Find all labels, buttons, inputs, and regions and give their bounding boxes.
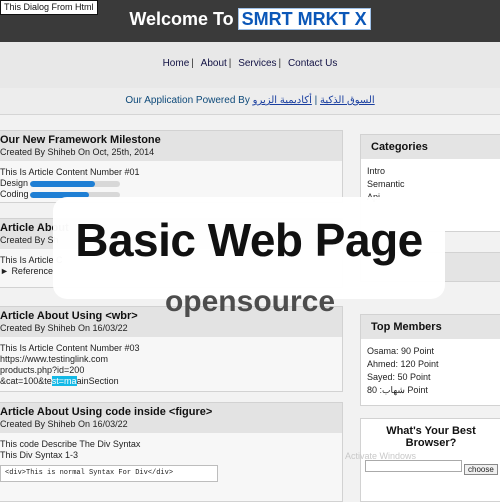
progress-label: Coding <box>0 189 29 199</box>
title-banner: Basic Web Page <box>53 197 445 299</box>
banner-subtitle: opensource <box>164 285 336 318</box>
powered-separator: | <box>314 95 318 106</box>
poll-input[interactable] <box>365 460 462 472</box>
details-label[interactable]: Reference <box>11 266 53 276</box>
design-progress-fill <box>30 180 95 187</box>
nav-separator: | <box>228 58 232 69</box>
top-members-panel: Top Members Osama: 90 Point Ahmed: 120 P… <box>360 314 500 406</box>
header-bar: This Dialog From Html Welcome To SMRT MRK… <box>0 0 500 42</box>
nav-separator: | <box>278 58 282 69</box>
article-title: Our New Framework Milestone <box>0 131 342 147</box>
main-nav: Home | About | Services | Contact Us <box>0 42 500 89</box>
brand-name: SMRT MRKT X <box>237 8 371 30</box>
progress-row-design: Design <box>0 178 342 189</box>
article-title: Article About Using code inside <figure> <box>0 403 342 419</box>
article-content: This Is Article Content Number #03 <box>0 343 140 353</box>
member-item: شهاب: 80 Point <box>367 385 428 395</box>
poll-choose-button[interactable]: choose <box>464 464 498 475</box>
progress-label: Design <box>0 178 29 188</box>
nav-services[interactable]: Services <box>238 58 276 69</box>
category-item[interactable]: Intro <box>367 165 495 178</box>
site-title: Welcome To SMRT MRKT X <box>0 8 500 30</box>
article-content: This Div Syntax 1-3 <box>0 450 79 460</box>
site-title-prefix: Welcome To <box>129 9 234 29</box>
categories-heading: Categories <box>361 135 500 159</box>
text-selection-highlight: st=ma <box>51 376 77 386</box>
nav-contact-us[interactable]: Contact Us <box>288 58 337 69</box>
banner-title: Basic Web Page <box>75 214 423 266</box>
powered-link-smart-market[interactable]: السوق الذكية <box>320 95 375 106</box>
nav-separator: | <box>191 58 194 69</box>
progress-track <box>30 180 120 187</box>
category-item[interactable]: Semantic <box>367 178 495 191</box>
powered-by-bar: Our Application Powered By السوق الذكية … <box>0 88 500 115</box>
nav-home[interactable]: Home <box>163 58 190 69</box>
member-item: Ahmed: 120 Point <box>367 359 439 369</box>
member-item: Osama: 90 Point <box>367 346 435 356</box>
article-link-text: &cat=100&test=maainSection <box>0 376 342 387</box>
article-link-text: https://www.testinglink.com <box>0 354 109 364</box>
triangle-right-icon[interactable]: ► <box>0 266 9 276</box>
poll-heading: What's Your Best Browser? <box>361 419 500 455</box>
article-card: Our New Framework Milestone Created By S… <box>0 130 343 203</box>
link-part: &cat=100&te <box>0 376 52 386</box>
article-byline: Created By Shiheb On Oct, 25th, 2014 <box>0 147 342 161</box>
article-link-text: products.php?id=200 <box>0 365 85 375</box>
article-card: Article About Using code inside <figure>… <box>0 402 343 502</box>
article-byline: Created By Shiheb On 16/03/22 <box>0 323 342 337</box>
member-item: Sayed: 50 Point <box>367 372 431 382</box>
code-block: <div>This is normal Syntax For Div</div> <box>0 465 218 482</box>
article-content: This code Describe The Div Syntax <box>0 439 141 449</box>
link-part: ainSection <box>76 376 119 386</box>
powered-link-zero-academy[interactable]: أكاديمية الزيرو <box>253 95 312 106</box>
members-list: Osama: 90 Point Ahmed: 120 Point Sayed: … <box>361 339 500 403</box>
article-content: This Is Article Content Number #01 <box>0 167 140 177</box>
nav-about[interactable]: About <box>201 58 227 69</box>
article-byline: Created By Shiheb On 16/03/22 <box>0 419 342 433</box>
powered-by-text: Our Application Powered By <box>125 95 250 106</box>
os-watermark: Activate Windows <box>345 451 417 461</box>
